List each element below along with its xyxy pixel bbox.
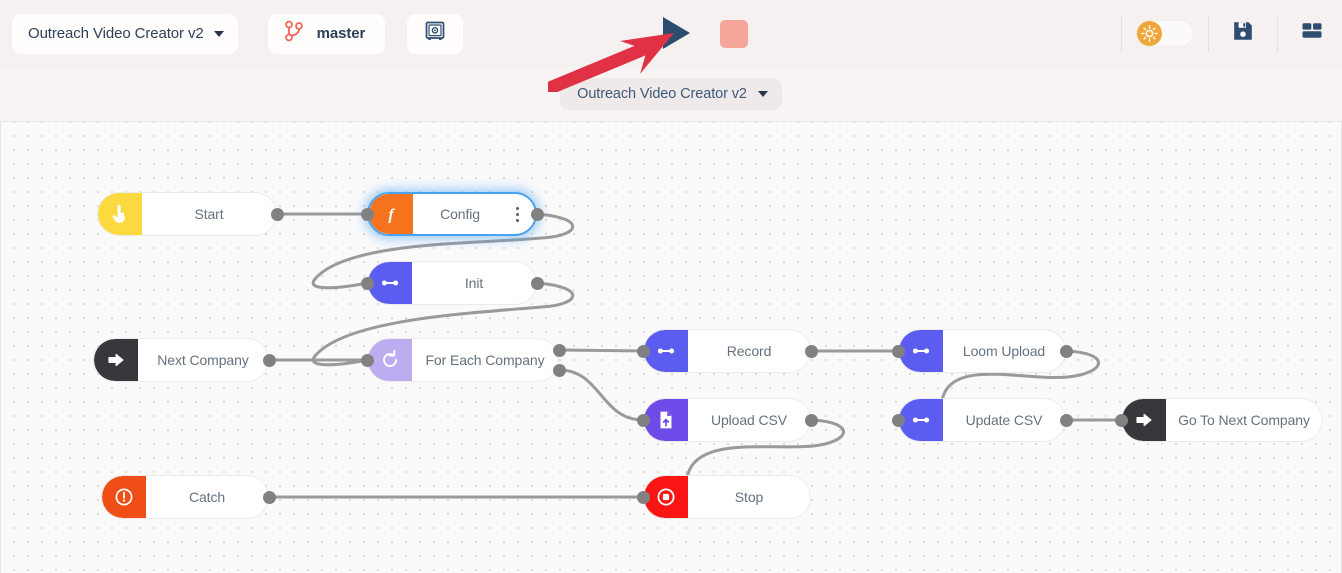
node-port-out-start[interactable] — [270, 207, 284, 221]
flow-node-label: For Each Company — [425, 352, 545, 368]
breadcrumb-label: Outreach Video Creator v2 — [577, 86, 747, 102]
node-port-in-go-to-next-company[interactable] — [1114, 413, 1128, 427]
flow-node-label: Loom Upload — [962, 343, 1046, 359]
node-port-in-upload-csv[interactable] — [636, 413, 650, 427]
node-port-out-config-1[interactable] — [530, 207, 544, 221]
alert-circle-icon — [102, 476, 146, 518]
flow-node-label: Start — [194, 206, 224, 222]
vault-button[interactable] — [407, 13, 464, 54]
barbell-link-icon — [368, 262, 412, 304]
flow-node-loom-upload[interactable]: Loom Upload — [898, 329, 1066, 373]
node-port-in-stop[interactable] — [636, 490, 650, 504]
node-port-out-init-1[interactable] — [530, 276, 544, 290]
goto-arrow-icon — [94, 339, 138, 381]
node-port-out-record-1[interactable] — [804, 344, 818, 358]
node-kebab-menu-icon[interactable] — [507, 206, 527, 222]
flow-node-label: Catch — [188, 489, 226, 505]
project-name-label: Outreach Video Creator v2 — [28, 25, 204, 42]
toolbar-divider-2 — [1208, 14, 1209, 53]
flow-node-label: Record — [726, 343, 772, 359]
breadcrumb[interactable]: Outreach Video Creator v2 — [560, 78, 782, 110]
flow-node-init[interactable]: Init — [367, 261, 537, 305]
barbell-link-icon — [899, 399, 943, 441]
barbell-link-icon — [899, 330, 943, 372]
toolbar-right-cluster — [1107, 0, 1332, 67]
stop-square-icon[interactable] — [720, 20, 748, 48]
node-port-out-catch[interactable] — [262, 490, 276, 504]
panel-layout-icon — [1300, 19, 1324, 48]
flow-node-upload-csv[interactable]: Upload CSV — [643, 398, 811, 442]
branch-selector[interactable]: master — [267, 13, 386, 54]
transport-controls — [663, 17, 748, 49]
project-selector[interactable]: Outreach Video Creator v2 — [12, 13, 238, 54]
flow-node-label: Stop — [734, 489, 764, 505]
edge-foreach-to-uploadcsv — [557, 368, 645, 422]
node-port-in-update-csv[interactable] — [891, 413, 905, 427]
flow-node-go-to-next-company[interactable]: Go To Next Company — [1121, 398, 1323, 442]
node-port-out-upload-csv-1[interactable] — [804, 413, 818, 427]
flow-node-label: Go To Next Company — [1178, 412, 1310, 428]
layout-button[interactable] — [1292, 14, 1332, 54]
node-port-out-loom-upload-1[interactable] — [1059, 344, 1073, 358]
stop-circle-icon — [644, 476, 688, 518]
flow-node-label: Update CSV — [965, 412, 1043, 428]
chevron-down-icon — [757, 91, 768, 97]
node-port-in-loom-upload[interactable] — [891, 344, 905, 358]
safe-vault-icon — [424, 20, 446, 47]
node-port-in-record[interactable] — [636, 344, 650, 358]
branch-name-label: master — [316, 25, 366, 42]
file-upload-icon — [644, 399, 688, 441]
flow-node-label: Next Company — [157, 352, 249, 368]
node-port-out-for-each-company-1[interactable] — [552, 343, 566, 357]
sun-icon — [1137, 21, 1162, 46]
breadcrumb-bar: Outreach Video Creator v2 — [0, 67, 1342, 122]
flow-node-label: Init — [464, 275, 484, 291]
floppy-save-icon — [1231, 19, 1255, 48]
git-branch-icon — [284, 20, 304, 47]
flow-node-label: Upload CSV — [710, 412, 788, 428]
node-port-out-next-company[interactable] — [262, 353, 276, 367]
svg-text:f: f — [388, 206, 395, 223]
save-button[interactable] — [1223, 14, 1263, 54]
flow-node-for-each-company[interactable]: For Each Company — [367, 338, 559, 382]
goto-arrow-icon — [1122, 399, 1166, 441]
function-icon: f — [369, 194, 413, 234]
tap-cursor-icon — [98, 193, 142, 235]
barbell-link-icon — [644, 330, 688, 372]
top-toolbar: Outreach Video Creator v2 master — [0, 0, 1342, 67]
toolbar-divider-1 — [1121, 14, 1122, 53]
flow-node-label: Config — [440, 206, 480, 222]
play-icon[interactable] — [663, 17, 690, 49]
flow-node-next-company[interactable]: Next Company — [93, 338, 269, 382]
node-port-in-for-each-company[interactable] — [360, 353, 374, 367]
flow-node-update-csv[interactable]: Update CSV — [898, 398, 1066, 442]
edge-foreach-to-record — [557, 348, 645, 353]
node-port-in-init[interactable] — [360, 276, 374, 290]
theme-toggle[interactable] — [1136, 20, 1194, 47]
flow-node-config[interactable]: f Config — [367, 192, 537, 236]
node-port-out-update-csv-1[interactable] — [1059, 413, 1073, 427]
node-port-in-config[interactable] — [360, 207, 374, 221]
flow-canvas[interactable]: Start f Config Init Next Company For Each Com… — [0, 122, 1342, 573]
flow-node-catch[interactable]: Catch — [101, 475, 269, 519]
flow-node-stop[interactable]: Stop — [643, 475, 811, 519]
flow-node-start[interactable]: Start — [97, 192, 277, 236]
toolbar-divider-3 — [1277, 14, 1278, 53]
flow-node-record[interactable]: Record — [643, 329, 811, 373]
node-port-out-for-each-company-2[interactable] — [552, 363, 566, 377]
chevron-down-icon — [213, 30, 224, 37]
loop-icon — [368, 339, 412, 381]
